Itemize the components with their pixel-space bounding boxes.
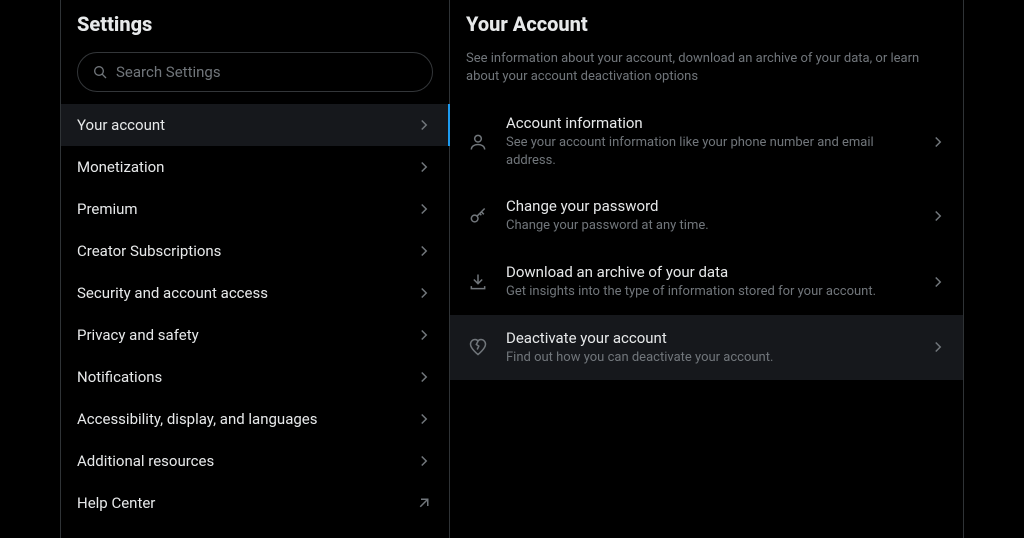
chevron-right-icon xyxy=(415,410,433,428)
detail-title: Your Account xyxy=(466,12,947,36)
left-gutter xyxy=(0,0,60,538)
nav-item-additional-resources[interactable]: Additional resources xyxy=(61,440,449,482)
nav-item-monetization[interactable]: Monetization xyxy=(61,146,449,188)
option-change-your-password[interactable]: Change your password Change your password… xyxy=(450,183,963,249)
search-wrap: Search Settings xyxy=(61,44,449,104)
option-body: Download an archive of your data Get insi… xyxy=(506,263,913,301)
search-input[interactable]: Search Settings xyxy=(77,52,433,92)
option-desc: Change your password at any time. xyxy=(506,217,913,235)
detail-panel: Your Account See information about your … xyxy=(450,0,964,538)
chevron-right-icon xyxy=(929,273,947,291)
search-placeholder: Search Settings xyxy=(116,63,221,81)
chevron-right-icon xyxy=(929,338,947,356)
nav-item-security-and-account-access[interactable]: Security and account access xyxy=(61,272,449,314)
chevron-right-icon xyxy=(415,200,433,218)
key-icon xyxy=(466,206,490,226)
option-body: Change your password Change your password… xyxy=(506,197,913,235)
nav-item-notifications[interactable]: Notifications xyxy=(61,356,449,398)
nav-item-creator-subscriptions[interactable]: Creator Subscriptions xyxy=(61,230,449,272)
option-body: Account information See your account info… xyxy=(506,114,913,169)
user-icon xyxy=(466,132,490,152)
detail-options-list: Account information See your account info… xyxy=(450,100,963,380)
search-icon xyxy=(92,64,108,80)
download-icon xyxy=(466,272,490,292)
settings-panel: Settings Search Settings Your account Mon… xyxy=(60,0,450,538)
nav-item-premium[interactable]: Premium xyxy=(61,188,449,230)
arrow-out-icon xyxy=(415,494,433,512)
nav-item-label: Security and account access xyxy=(77,284,268,302)
settings-title: Settings xyxy=(77,12,433,36)
detail-subtitle: See information about your account, down… xyxy=(450,40,963,100)
nav-item-help-center[interactable]: Help Center xyxy=(61,482,449,524)
nav-item-label: Creator Subscriptions xyxy=(77,242,221,260)
option-download-an-archive-of-your-data[interactable]: Download an archive of your data Get insi… xyxy=(450,249,963,315)
option-title: Account information xyxy=(506,114,913,132)
nav-item-label: Additional resources xyxy=(77,452,214,470)
nav-item-label: Privacy and safety xyxy=(77,326,199,344)
chevron-right-icon xyxy=(929,133,947,151)
nav-item-label: Notifications xyxy=(77,368,162,386)
settings-nav-list: Your account Monetization Premium Creator S… xyxy=(61,104,449,524)
nav-item-label: Monetization xyxy=(77,158,164,176)
chevron-right-icon xyxy=(415,284,433,302)
heart-broken-icon xyxy=(466,337,490,357)
settings-header: Settings xyxy=(61,0,449,44)
option-desc: Find out how you can deactivate your acc… xyxy=(506,349,913,367)
nav-item-privacy-and-safety[interactable]: Privacy and safety xyxy=(61,314,449,356)
nav-item-label: Your account xyxy=(77,116,165,134)
option-title: Download an archive of your data xyxy=(506,263,913,281)
option-title: Deactivate your account xyxy=(506,329,913,347)
right-gutter xyxy=(964,0,1024,538)
chevron-right-icon xyxy=(415,242,433,260)
chevron-right-icon xyxy=(415,116,433,134)
chevron-right-icon xyxy=(415,158,433,176)
option-deactivate-your-account[interactable]: Deactivate your account Find out how you … xyxy=(450,315,963,381)
nav-item-your-account[interactable]: Your account xyxy=(61,104,449,146)
nav-item-label: Premium xyxy=(77,200,138,218)
option-body: Deactivate your account Find out how you … xyxy=(506,329,913,367)
nav-item-accessibility-display-and-languages[interactable]: Accessibility, display, and languages xyxy=(61,398,449,440)
nav-item-label: Help Center xyxy=(77,494,155,512)
detail-header: Your Account xyxy=(450,0,963,40)
chevron-right-icon xyxy=(415,326,433,344)
option-desc: See your account information like your p… xyxy=(506,134,913,169)
option-account-information[interactable]: Account information See your account info… xyxy=(450,100,963,183)
chevron-right-icon xyxy=(929,207,947,225)
option-desc: Get insights into the type of informatio… xyxy=(506,283,913,301)
chevron-right-icon xyxy=(415,452,433,470)
nav-item-label: Accessibility, display, and languages xyxy=(77,410,317,428)
chevron-right-icon xyxy=(415,368,433,386)
option-title: Change your password xyxy=(506,197,913,215)
